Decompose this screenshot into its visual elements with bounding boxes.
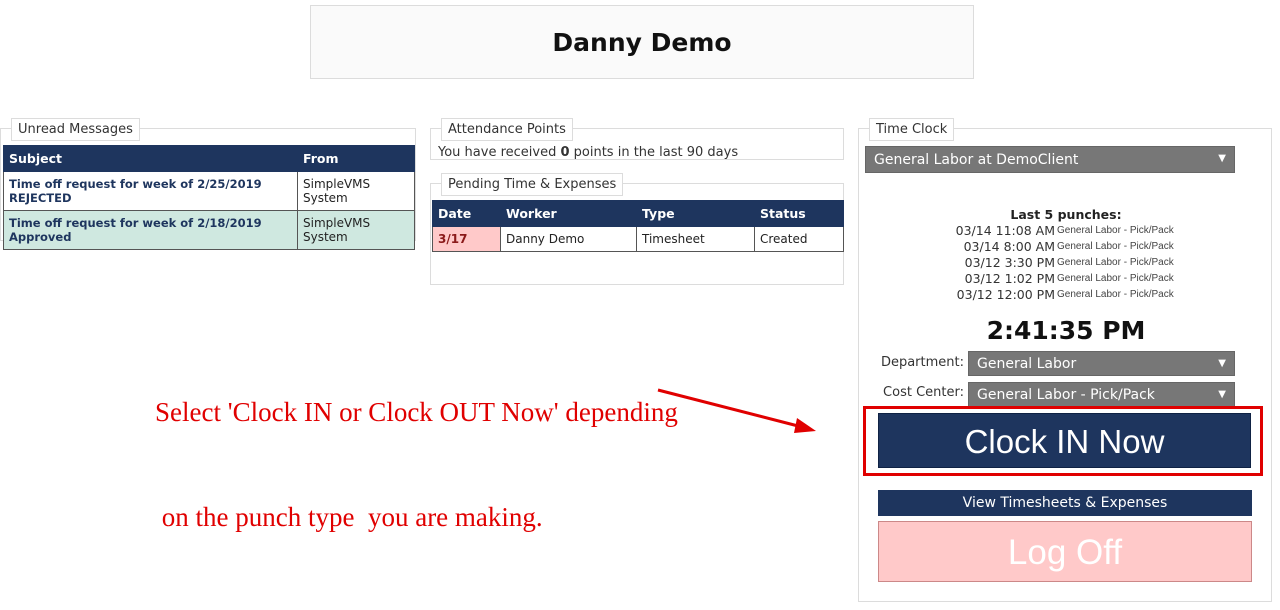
messages-table: Subject From Time off request for week o… [3, 145, 415, 250]
message-from: SimpleVMS System [297, 171, 415, 211]
header-box: Danny Demo [310, 5, 974, 79]
last-punches-title: Last 5 punches: [1010, 207, 1122, 222]
instruction-annotation: Select 'Clock IN or Clock OUT Now' depen… [155, 325, 678, 570]
dropdown-arrow-icon: ▼ [1218, 153, 1226, 164]
cost-center-value: General Labor - Pick/Pack [977, 387, 1155, 403]
pending-header-status: Status [754, 200, 844, 227]
attendance-points-legend: Attendance Points [441, 118, 573, 141]
pending-header-worker: Worker [500, 200, 637, 227]
pending-type: Timesheet [636, 226, 755, 252]
message-subject[interactable]: Time off request for week of 2/25/2019 R… [3, 171, 298, 211]
punch-time: 03/12 12:00 PM [956, 287, 1055, 302]
clock-in-button[interactable]: Clock IN Now [878, 413, 1251, 468]
message-subject[interactable]: Time off request for week of 2/18/2019 A… [3, 210, 298, 250]
message-row[interactable]: Time off request for week of 2/18/2019 A… [3, 210, 415, 250]
assignment-select[interactable]: General Labor at DemoClient ▼ [865, 146, 1235, 173]
assignment-value: General Labor at DemoClient [874, 152, 1079, 168]
messages-header-from: From [297, 145, 415, 172]
department-label: Department: [880, 355, 964, 370]
dropdown-arrow-icon: ▼ [1218, 389, 1226, 400]
attendance-summary: You have received 0 points in the last 9… [438, 145, 738, 160]
dropdown-arrow-icon: ▼ [1218, 358, 1226, 369]
message-row[interactable]: Time off request for week of 2/25/2019 R… [3, 171, 415, 211]
pending-row[interactable]: 3/17 Danny Demo Timesheet Created [432, 226, 844, 252]
unread-messages-legend: Unread Messages [11, 118, 140, 141]
annotation-line-2: on the punch type you are making. [155, 502, 543, 532]
attendance-prefix: You have received [438, 145, 557, 160]
cost-center-select[interactable]: General Labor - Pick/Pack ▼ [968, 382, 1235, 407]
cost-center-label: Cost Center: [883, 385, 964, 400]
pending-header-date: Date [432, 200, 501, 227]
message-from: SimpleVMS System [297, 210, 415, 250]
pending-status: Created [754, 226, 844, 252]
punch-department: General Labor - Pick/Pack [1057, 225, 1174, 236]
log-off-button[interactable]: Log Off [878, 521, 1252, 582]
attendance-suffix: points in the last 90 days [573, 145, 739, 160]
attendance-points-value: 0 [560, 145, 570, 160]
messages-header-subject: Subject [3, 145, 298, 172]
department-value: General Labor [977, 356, 1077, 372]
time-clock-legend: Time Clock [869, 118, 955, 141]
pending-legend: Pending Time & Expenses [441, 173, 624, 196]
punch-time: 03/12 3:30 PM [964, 255, 1055, 270]
user-name-title: Danny Demo [552, 27, 732, 57]
punch-time: 03/12 1:02 PM [964, 271, 1055, 286]
punch-time: 03/14 8:00 AM [963, 239, 1055, 254]
punch-time: 03/14 11:08 AM [955, 223, 1055, 238]
unread-messages-panel: Unread Messages Subject From Time off re… [0, 118, 416, 250]
pending-table: Date Worker Type Status 3/17 Danny Demo … [432, 200, 844, 252]
punch-department: General Labor - Pick/Pack [1057, 273, 1174, 284]
pending-header-type: Type [636, 200, 755, 227]
annotation-line-1: Select 'Clock IN or Clock OUT Now' depen… [155, 397, 678, 427]
current-time: 2:41:35 PM [986, 316, 1146, 345]
annotation-arrow-icon [657, 388, 816, 433]
pending-worker: Danny Demo [500, 226, 637, 252]
attendance-points-panel: Attendance Points You have received 0 po… [430, 118, 844, 160]
punch-department: General Labor - Pick/Pack [1057, 241, 1174, 252]
punch-department: General Labor - Pick/Pack [1057, 289, 1174, 300]
pending-date[interactable]: 3/17 [432, 226, 501, 252]
view-timesheets-button[interactable]: View Timesheets & Expenses [878, 490, 1252, 516]
punch-department: General Labor - Pick/Pack [1057, 257, 1174, 268]
pending-time-expenses-panel: Pending Time & Expenses Date Worker Type… [430, 173, 844, 285]
department-select[interactable]: General Labor ▼ [968, 351, 1235, 376]
